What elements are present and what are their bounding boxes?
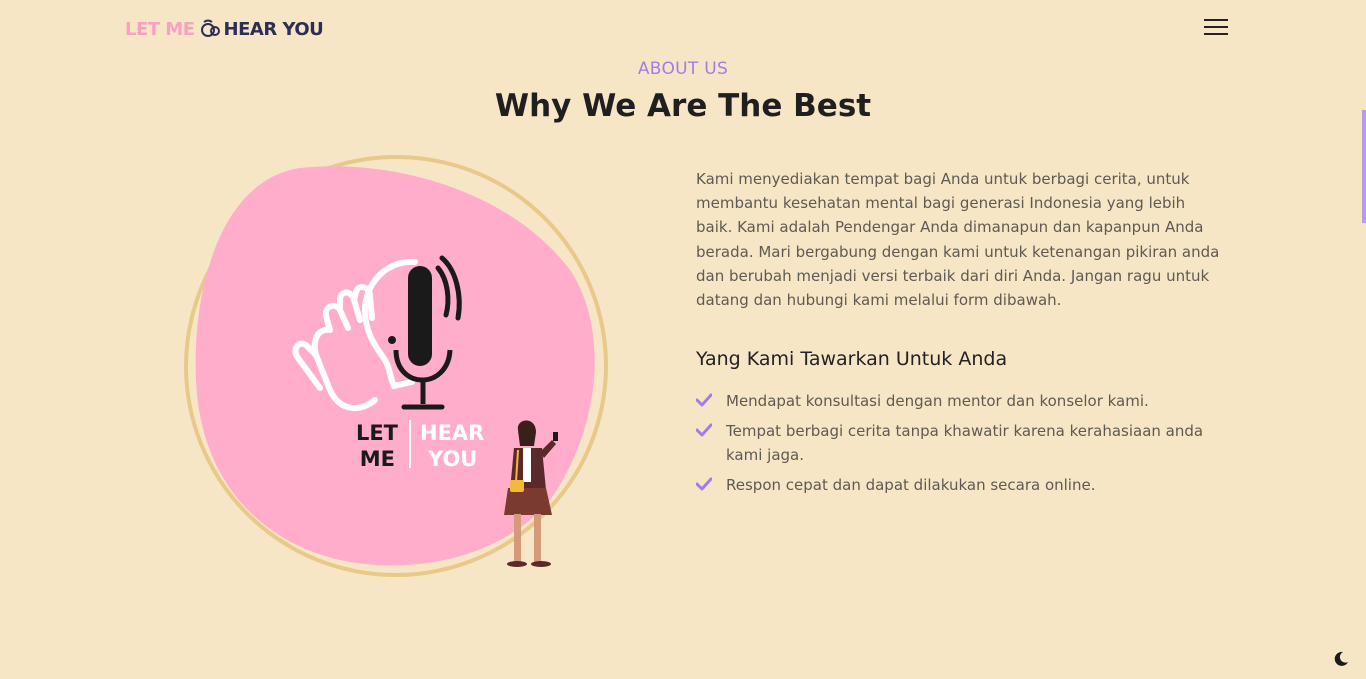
about-illustration: LET ME HEAR YOU bbox=[184, 154, 608, 578]
list-item: Tempat berbagi cerita tanpa khawatir kar… bbox=[696, 419, 1226, 467]
list-item: Mendapat konsultasi dengan mentor dan ko… bbox=[696, 389, 1226, 413]
logo-text-let-me: LET ME bbox=[125, 18, 195, 40]
about-description: Kami menyediakan tempat bagi Anda untuk … bbox=[696, 170, 1220, 310]
offer-heading: Yang Kami Tawarkan Untuk Anda bbox=[696, 348, 1008, 370]
moon-icon[interactable] bbox=[1333, 651, 1349, 667]
illus-logo-me: ME bbox=[360, 447, 395, 471]
logo-text-hear-you: HEAR YOU bbox=[223, 18, 324, 40]
offer-text: Tempat berbagi cerita tanpa khawatir kar… bbox=[726, 422, 1204, 464]
offer-text: Mendapat konsultasi dengan mentor dan ko… bbox=[726, 392, 1149, 410]
list-item: Respon cepat dan dapat dilakukan secara … bbox=[696, 473, 1226, 497]
hamburger-line bbox=[1204, 19, 1228, 21]
illus-logo-hear: HEAR bbox=[420, 421, 484, 445]
hamburger-line bbox=[1204, 26, 1228, 28]
site-logo[interactable]: LET ME HEAR YOU bbox=[125, 18, 324, 40]
offer-text: Respon cepat dan dapat dilakukan secara … bbox=[726, 476, 1096, 494]
illus-logo-you: YOU bbox=[427, 447, 477, 471]
illus-logo-let: LET bbox=[356, 421, 399, 445]
eye-dot bbox=[388, 336, 396, 344]
about-page: LET ME HEAR YOU ABOUT US Why We Are The … bbox=[0, 0, 1366, 679]
hamburger-line bbox=[1204, 33, 1228, 35]
scroll-indicator[interactable] bbox=[1362, 110, 1366, 223]
offer-list: Mendapat konsultasi dengan mentor dan ko… bbox=[696, 389, 1226, 503]
check-icon bbox=[696, 393, 712, 407]
check-icon bbox=[696, 477, 712, 491]
section-title: Why We Are The Best bbox=[494, 88, 872, 124]
logo-mark-icon bbox=[200, 19, 220, 37]
mic-capsule bbox=[408, 266, 432, 366]
check-icon bbox=[696, 423, 712, 437]
hamburger-menu-icon[interactable] bbox=[1204, 19, 1228, 37]
section-eyebrow: ABOUT US bbox=[637, 59, 729, 79]
